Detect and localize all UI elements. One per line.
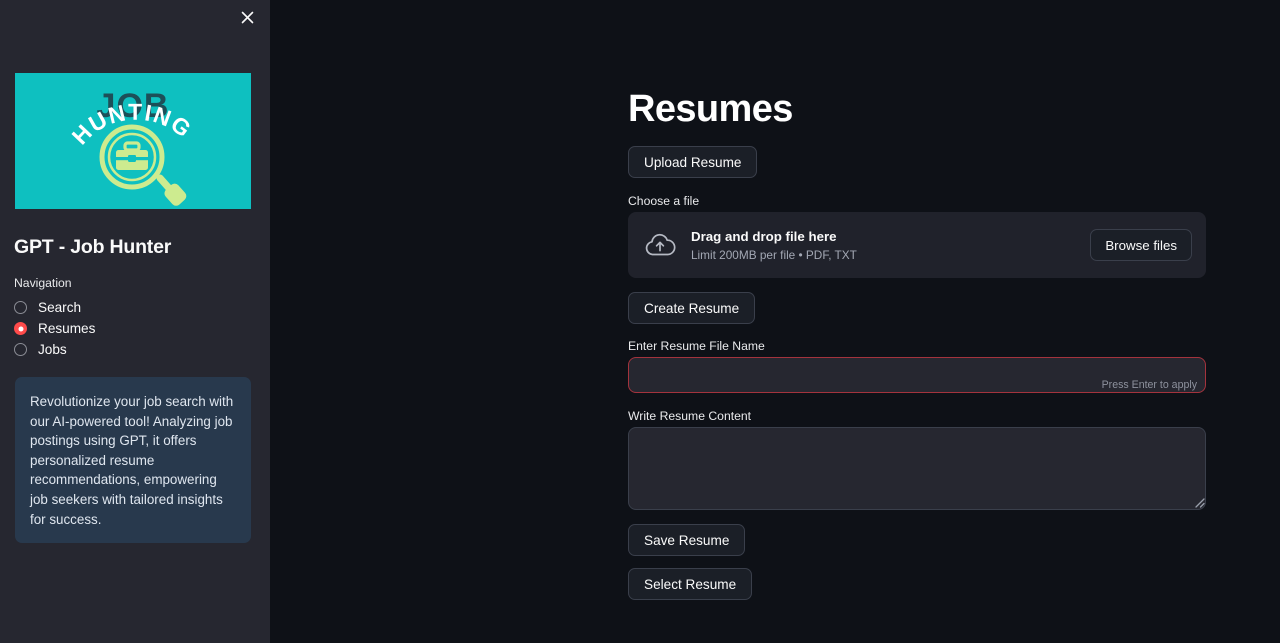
dropzone-texts: Drag and drop file here Limit 200MB per … — [691, 228, 1090, 263]
textarea-resize-handle[interactable] — [1192, 495, 1205, 508]
resume-content-label: Write Resume Content — [628, 409, 752, 423]
radio-icon-jobs — [14, 343, 27, 356]
select-resume-button[interactable]: Select Resume — [628, 568, 753, 600]
browse-files-button[interactable]: Browse files — [1090, 229, 1192, 261]
cloud-upload-icon — [642, 227, 678, 263]
dropzone-subtitle: Limit 200MB per file • PDF, TXT — [691, 247, 857, 262]
app-title: GPT - Job Hunter — [14, 236, 172, 258]
navigation-label: Navigation — [14, 276, 72, 290]
save-resume-button[interactable]: Save Resume — [628, 524, 746, 556]
dropzone-title: Drag and drop file here — [691, 228, 837, 244]
resume-filename-input[interactable] — [629, 358, 1205, 392]
sidebar-item-label: Resumes — [38, 321, 96, 336]
sidebar-item-resumes[interactable]: Resumes — [14, 318, 254, 339]
choose-file-label: Choose a file — [628, 194, 700, 208]
radio-icon-search — [14, 301, 27, 314]
create-resume-button[interactable]: Create Resume — [628, 292, 756, 324]
sidebar-info-box: Revolutionize your job search with our A… — [15, 377, 251, 544]
radio-icon-resumes — [14, 322, 27, 335]
sidebar-item-label: Search — [38, 300, 82, 315]
info-box-text: Revolutionize your job search with our A… — [30, 394, 234, 527]
main-content: Resumes Upload Resume Choose a file Drag… — [270, 0, 1280, 643]
resume-content-textarea[interactable] — [628, 427, 1206, 510]
page-title: Resumes — [628, 88, 793, 130]
close-icon — [241, 11, 254, 24]
app-root: JOB HUNTING GPT - Job Hunter Navigation … — [0, 0, 1280, 643]
sidebar-item-search[interactable]: Search — [14, 297, 254, 318]
resume-filename-field[interactable]: Press Enter to apply — [628, 357, 1206, 393]
sidebar-item-label: Jobs — [38, 342, 67, 357]
sidebar: JOB HUNTING GPT - Job Hunter Navigation … — [0, 0, 270, 643]
close-sidebar-button[interactable] — [236, 6, 258, 28]
upload-resume-button[interactable]: Upload Resume — [628, 146, 758, 178]
app-logo-banner: JOB HUNTING — [15, 73, 251, 209]
file-dropzone[interactable]: Drag and drop file here Limit 200MB per … — [628, 212, 1206, 278]
resume-filename-label: Enter Resume File Name — [628, 339, 765, 353]
sidebar-item-jobs[interactable]: Jobs — [14, 339, 254, 360]
navigation-radio-group: Search Resumes Jobs — [14, 297, 254, 360]
